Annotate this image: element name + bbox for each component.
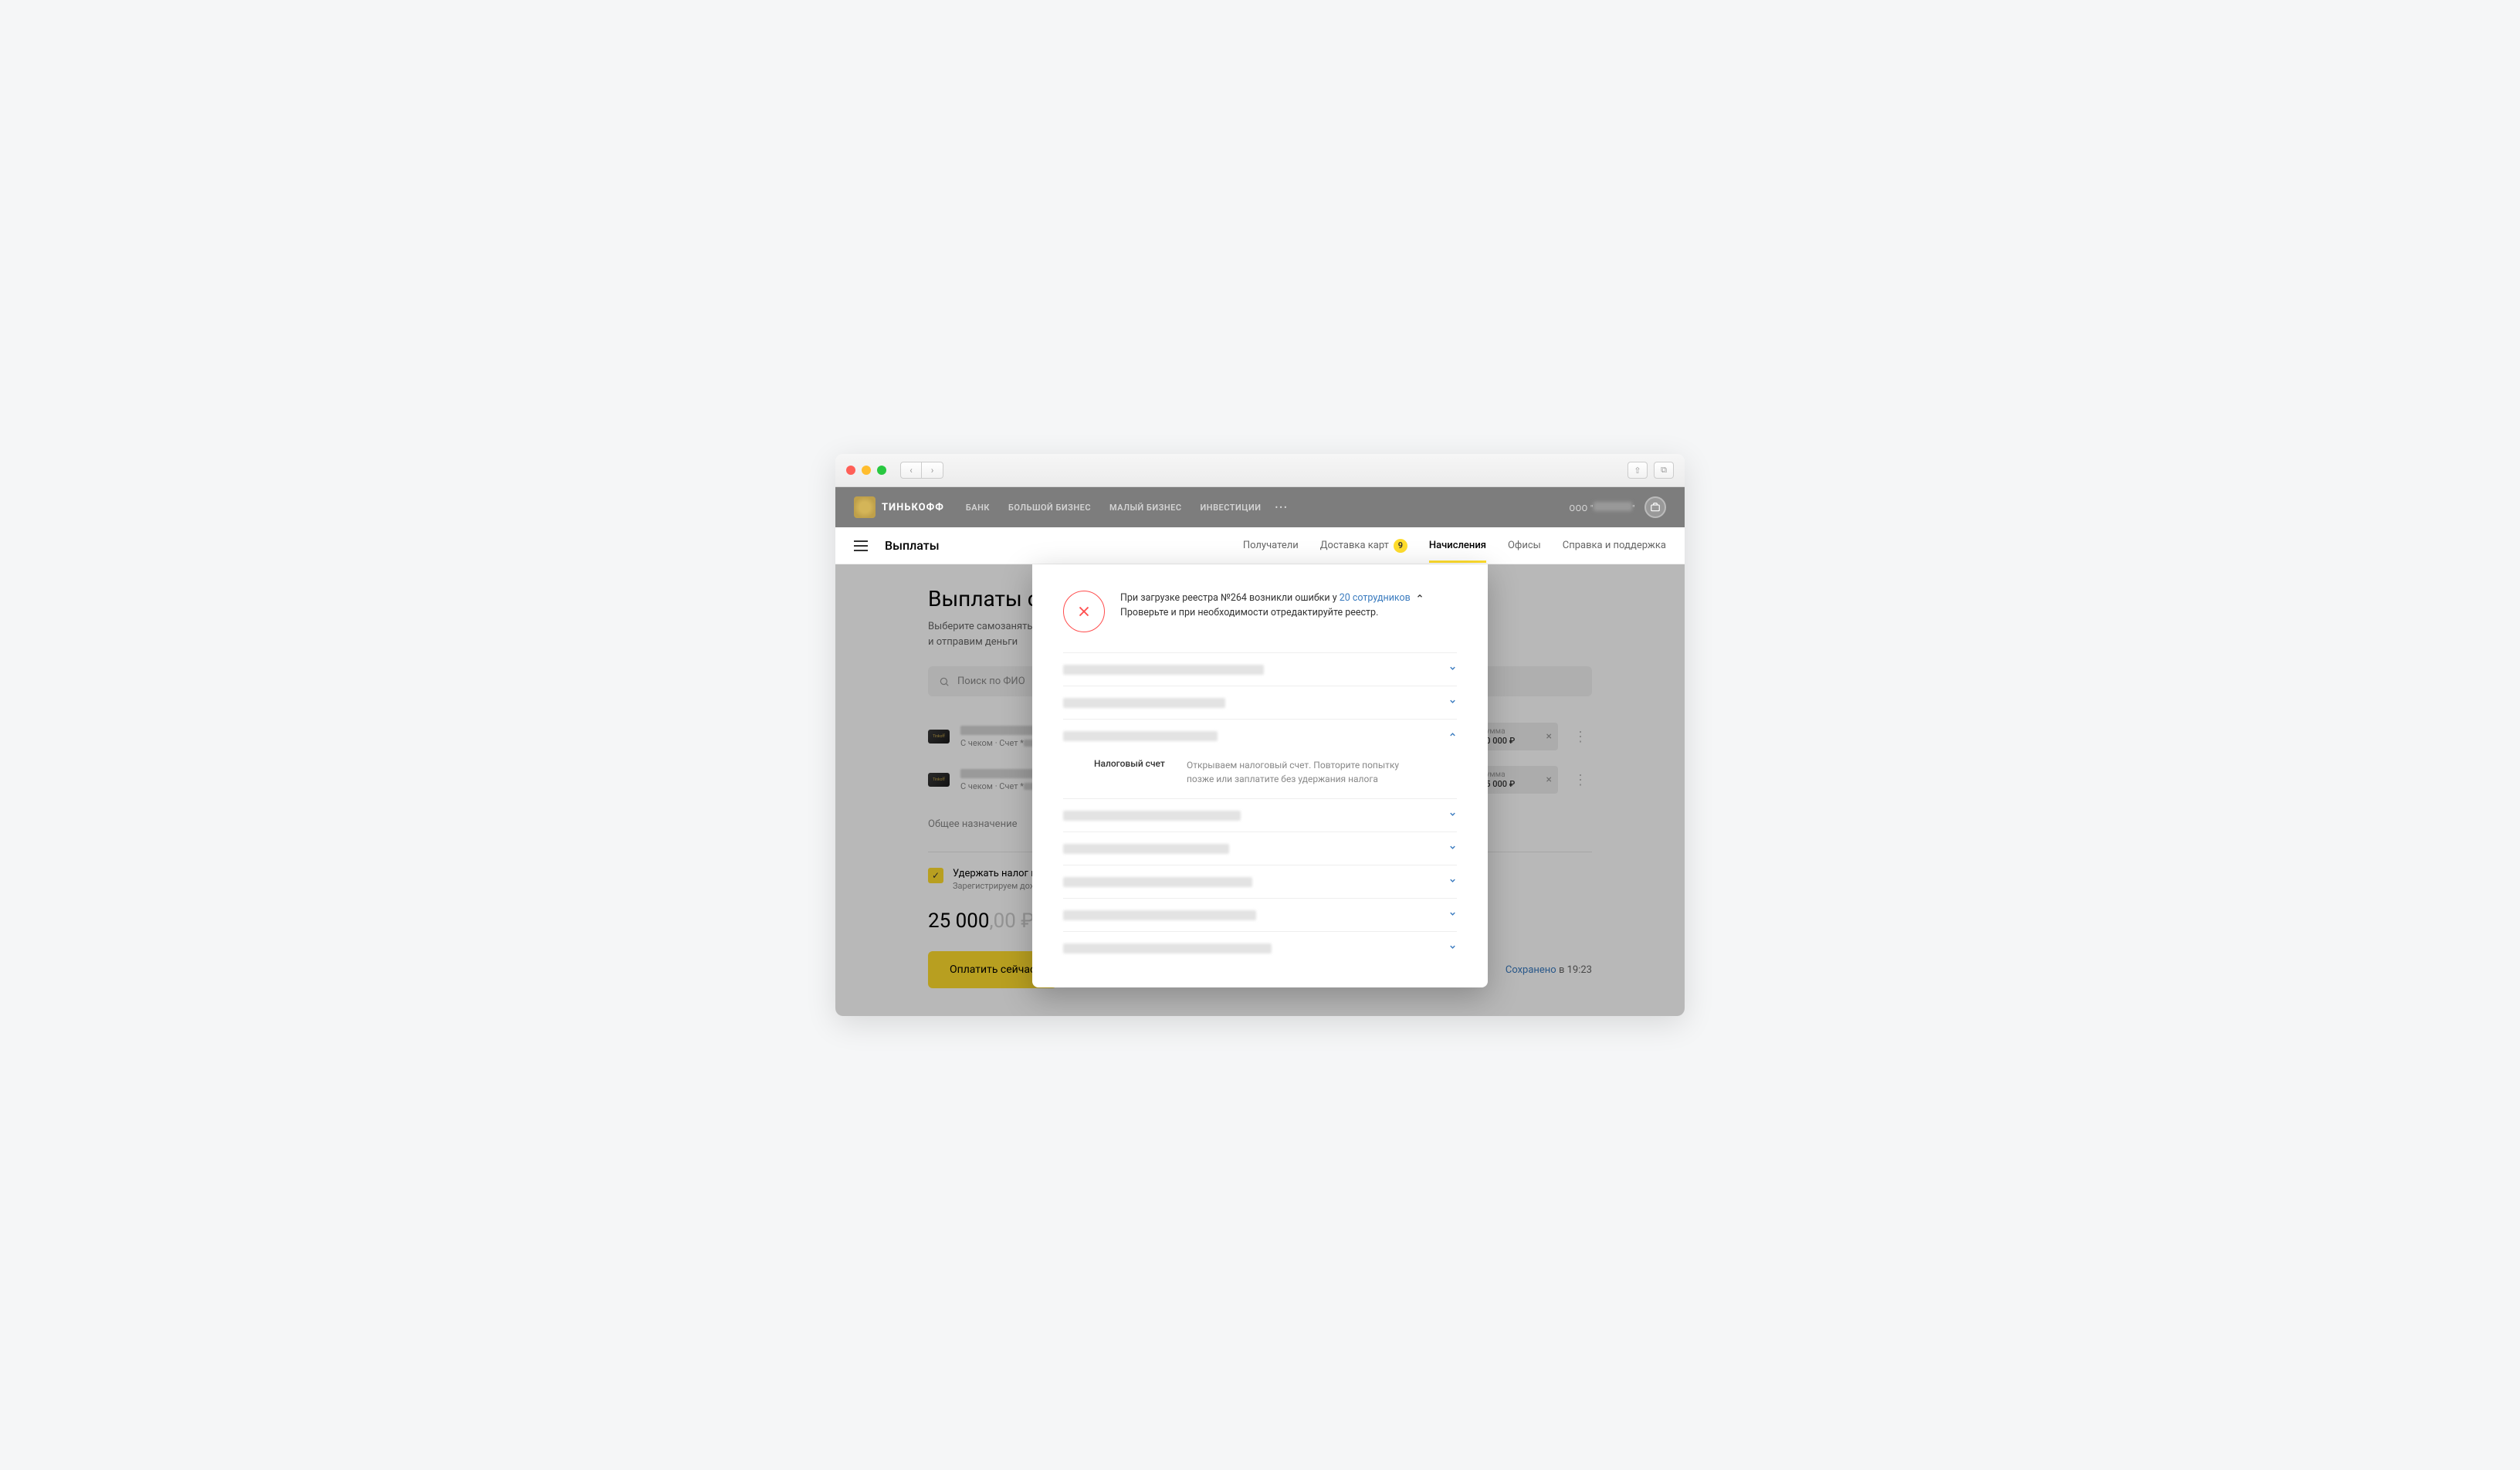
subnav: Выплаты Получатели Доставка карт 9 Начис… [835,527,1685,564]
brand-text: ТИНЬКОФФ [882,502,944,513]
mac-titlebar: ‹ › ⇧ ⧉ [835,454,1685,487]
subnav-item-delivery[interactable]: Доставка карт 9 [1320,539,1407,553]
share-button[interactable]: ⇧ [1628,462,1648,479]
org-label: ООО "" [1570,502,1636,513]
topbar: ТИНЬКОФФ БАНК БОЛЬШОЙ БИЗНЕС МАЛЫЙ БИЗНЕ… [835,487,1685,527]
detail-value: Открываем налоговый счет. Повторите попы… [1187,758,1418,786]
top-link-bank[interactable]: БАНК [966,503,990,513]
subnav-item-offices[interactable]: Офисы [1508,540,1541,551]
mac-window: ‹ › ⇧ ⧉ ТИНЬКОФФ БАНК БОЛЬШОЙ БИЗНЕС МАЛ… [835,454,1685,1016]
error-row[interactable] [1063,798,1457,832]
top-link-invest[interactable]: ИНВЕСТИЦИИ [1201,503,1262,513]
modal-header: При загрузке реестра №264 возникли ошибк… [1063,591,1457,632]
zoom-icon[interactable] [877,466,886,475]
subnav-items: Получатели Доставка карт 9 Начисления Оф… [1243,539,1666,553]
forward-button[interactable]: › [922,462,943,479]
chevron-down-icon[interactable] [1448,843,1457,854]
hamburger-icon[interactable] [854,540,868,551]
back-button[interactable]: ‹ [900,462,922,479]
chevron-down-icon[interactable] [1448,810,1457,821]
blurred-text [1063,844,1229,854]
subnav-item-recipients[interactable]: Получатели [1243,540,1299,551]
avatar[interactable] [1644,496,1666,518]
blurred-text [1063,731,1218,741]
more-menu[interactable]: ••• [1275,503,1289,513]
detail-key: Налоговый счет [1094,758,1171,786]
chevron-down-icon[interactable] [1448,876,1457,887]
traffic-lights [846,466,886,475]
chevron-down-icon[interactable] [1448,697,1457,708]
subnav-item-help[interactable]: Справка и поддержка [1563,540,1666,551]
error-icon [1063,591,1105,632]
error-row[interactable] [1063,719,1457,752]
chevron-up-icon[interactable] [1416,590,1424,605]
blurred-text [1063,877,1252,887]
error-row[interactable] [1063,931,1457,964]
page: Выплаты самозанятым Выберите самозанятых… [835,564,1685,1016]
blurred-text [1063,811,1241,821]
top-links: БАНК БОЛЬШОЙ БИЗНЕС МАЛЫЙ БИЗНЕС ИНВЕСТИ… [966,503,1262,513]
subnav-title: Выплаты [885,538,940,553]
brand[interactable]: ТИНЬКОФФ [854,496,944,518]
error-row[interactable] [1063,865,1457,898]
error-row-detail: Налоговый счет Открываем налоговый счет. … [1063,752,1457,798]
tabs-button[interactable]: ⧉ [1654,462,1674,479]
blurred-text [1063,943,1272,953]
blurred-text [1063,910,1256,920]
brand-crest-icon [854,496,876,518]
error-row[interactable] [1063,686,1457,719]
error-count-link[interactable]: 20 сотрудников [1340,592,1411,604]
subnav-item-accruals[interactable]: Начисления [1429,540,1486,551]
minimize-icon[interactable] [862,466,871,475]
blurred-text [1063,698,1225,708]
blurred-text [1594,502,1632,511]
badge: 9 [1394,539,1407,553]
chevron-up-icon[interactable] [1448,730,1457,741]
error-row[interactable] [1063,898,1457,931]
error-row[interactable] [1063,832,1457,865]
top-right: ООО "" [1570,496,1667,518]
close-icon[interactable] [846,466,855,475]
error-text: При загрузке реестра №264 возникли ошибк… [1120,591,1424,632]
chevron-down-icon[interactable] [1448,943,1457,953]
chevron-down-icon[interactable] [1448,909,1457,920]
error-modal: При загрузке реестра №264 возникли ошибк… [1032,564,1488,987]
briefcase-icon [1650,502,1661,513]
error-row[interactable] [1063,652,1457,686]
top-link-smallbiz[interactable]: МАЛЫЙ БИЗНЕС [1109,503,1182,513]
top-link-bigbiz[interactable]: БОЛЬШОЙ БИЗНЕС [1008,503,1091,513]
nav-arrows: ‹ › [900,462,943,479]
chevron-down-icon[interactable] [1448,664,1457,675]
blurred-text [1063,665,1264,675]
